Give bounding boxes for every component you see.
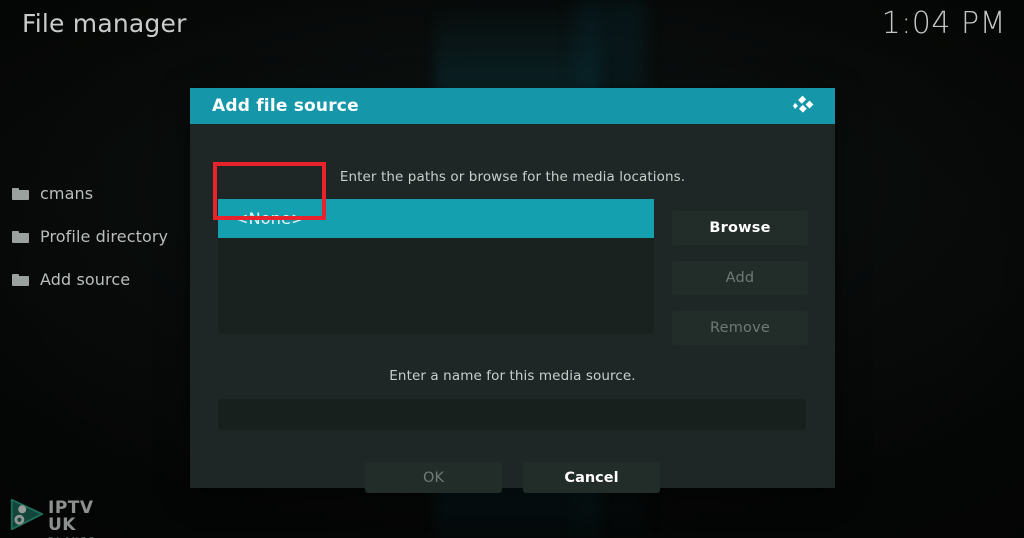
clock-label: 1:04 PM bbox=[881, 6, 1006, 41]
top-bar: File manager 1:04 PM bbox=[0, 0, 1024, 58]
path-list-panel[interactable]: <None> bbox=[218, 199, 654, 334]
kodi-logo-icon bbox=[791, 93, 817, 119]
media-source-name-input[interactable] bbox=[218, 399, 806, 430]
sidebar-item-label: cmans bbox=[40, 184, 94, 203]
sidebar-item-label: Add source bbox=[40, 270, 131, 289]
name-hint-label: Enter a name for this media source. bbox=[389, 368, 636, 384]
remove-button[interactable]: Remove bbox=[672, 311, 808, 345]
ok-button-label: OK bbox=[423, 469, 444, 486]
dialog-title: Add file source bbox=[212, 96, 359, 116]
screen-root: File manager 1:04 PM cmans Profile direc… bbox=[0, 0, 1024, 538]
dialog-header: Add file source bbox=[190, 88, 835, 124]
add-button-label: Add bbox=[725, 270, 755, 286]
folder-icon bbox=[12, 230, 29, 243]
paths-hint-label: Enter the paths or browse for the media … bbox=[339, 169, 686, 185]
ok-button[interactable]: OK bbox=[365, 462, 502, 493]
watermark-main-label: IPTV UK bbox=[48, 498, 94, 535]
watermark-text: IPTV UK PLAYER bbox=[48, 500, 126, 538]
folder-icon bbox=[12, 273, 29, 286]
sidebar-item-profile-directory[interactable]: Profile directory bbox=[0, 215, 190, 258]
sidebar-item-label: Profile directory bbox=[40, 227, 169, 246]
sidebar-item-add-source[interactable]: Add source bbox=[0, 258, 190, 301]
add-file-source-dialog: Add file source Enter the paths or brows… bbox=[190, 88, 835, 493]
add-button[interactable]: Add bbox=[672, 261, 808, 295]
cancel-button[interactable]: Cancel bbox=[523, 462, 660, 493]
path-list-row-none[interactable]: <None> bbox=[218, 199, 654, 238]
path-list-row-label: <None> bbox=[235, 209, 305, 228]
sidebar-list: cmans Profile directory Add source bbox=[0, 172, 190, 301]
cancel-button-label: Cancel bbox=[564, 469, 619, 486]
remove-button-label: Remove bbox=[709, 320, 771, 336]
page-title: File manager bbox=[22, 9, 187, 38]
dialog-body: Enter the paths or browse for the media … bbox=[190, 124, 835, 493]
browse-button[interactable]: Browse bbox=[672, 211, 808, 245]
browse-button-label: Browse bbox=[709, 220, 771, 236]
sidebar-item-cmans[interactable]: cmans bbox=[0, 172, 190, 215]
folder-icon bbox=[12, 187, 29, 200]
watermark-logo: IPTV UK PLAYER bbox=[6, 494, 126, 538]
